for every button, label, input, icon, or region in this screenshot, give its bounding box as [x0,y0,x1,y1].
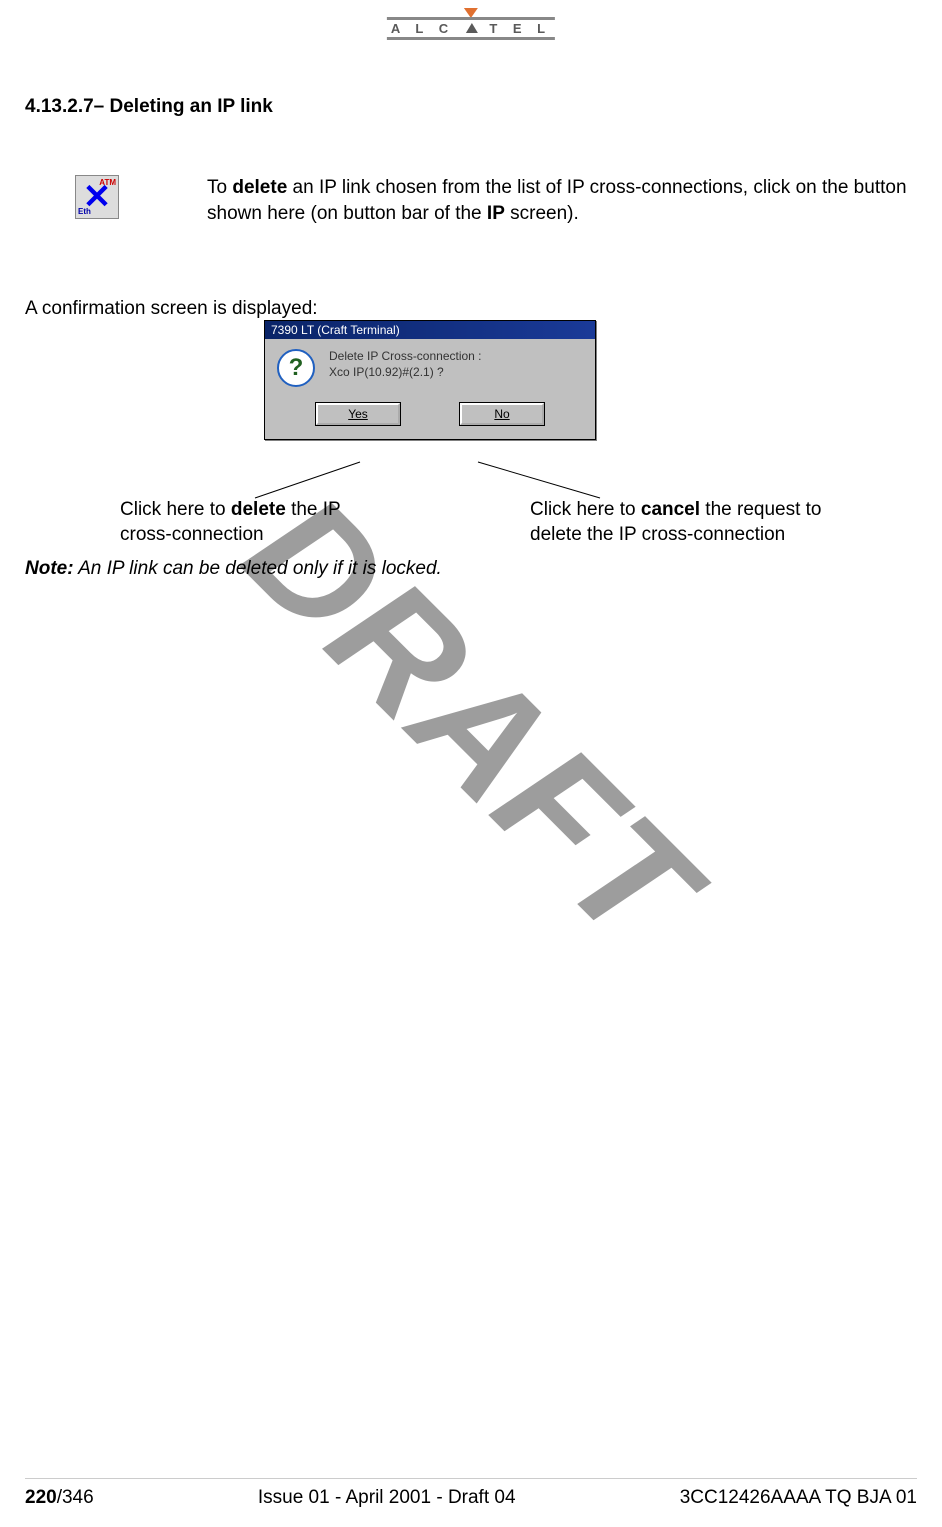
page-total: /346 [57,1487,94,1508]
intro-post: screen). [505,203,579,224]
page-current: 220 [25,1487,57,1508]
intro-pre: To [207,177,232,198]
section-heading: 4.13.2.7– Deleting an IP link [25,96,273,118]
callout-yes: Click here to delete the IP cross-connec… [120,498,380,547]
document-page: A L C T E L 4.13.2.7– Deleting an IP lin… [0,0,942,1527]
yes-label: Yes [348,407,368,421]
logo-a-triangle-icon [466,23,478,33]
confirmation-dialog: 7390 LT (Craft Terminal) Delete IP Cross… [264,320,596,440]
no-label: No [494,407,509,421]
page-number: 220/346 [25,1487,94,1509]
intro-text: To delete an IP link chosen from the lis… [207,175,917,226]
footer-center: Issue 01 - April 2001 - Draft 04 [258,1487,516,1509]
dialog-body: Delete IP Cross-connection : Xco IP(10.9… [265,339,595,393]
dialog-msg-line2: Xco IP(10.92)#(2.1) ? [329,365,482,381]
callout-no: Click here to cancel the request to dele… [530,498,850,547]
callout-right-bold: cancel [641,499,700,520]
dialog-titlebar: 7390 LT (Craft Terminal) [265,321,595,339]
callout-right-pre: Click here to [530,499,641,520]
note-text: An IP link can be deleted only if it is … [74,558,442,579]
note-line: Note: An IP link can be deleted only if … [25,558,442,580]
callout-left-pre: Click here to [120,499,231,520]
confirm-intro-text: A confirmation screen is displayed: [25,298,318,320]
intro-bold1: delete [232,177,287,198]
page-footer: 220/346 Issue 01 - April 2001 - Draft 04… [25,1478,917,1509]
brand-logo: A L C T E L [387,8,555,38]
no-button[interactable]: No [460,403,544,425]
note-label: Note: [25,558,74,579]
footer-right: 3CC12426AAAA TQ BJA 01 [680,1487,917,1509]
dialog-button-row: Yes No [265,393,595,439]
logo-text: A L C T E L [387,17,555,40]
question-icon [277,349,315,387]
intro-row: ATM Eth ✕ To delete an IP link chosen fr… [75,175,917,226]
delete-ip-link-toolbar-button[interactable]: ATM Eth ✕ [75,175,119,219]
callout-left-bold: delete [231,499,286,520]
intro-bold2: IP [487,203,505,224]
yes-button[interactable]: Yes [316,403,400,425]
dialog-message: Delete IP Cross-connection : Xco IP(10.9… [329,349,482,380]
delete-x-icon: ✕ [76,176,118,218]
dialog-msg-line1: Delete IP Cross-connection : [329,349,482,365]
